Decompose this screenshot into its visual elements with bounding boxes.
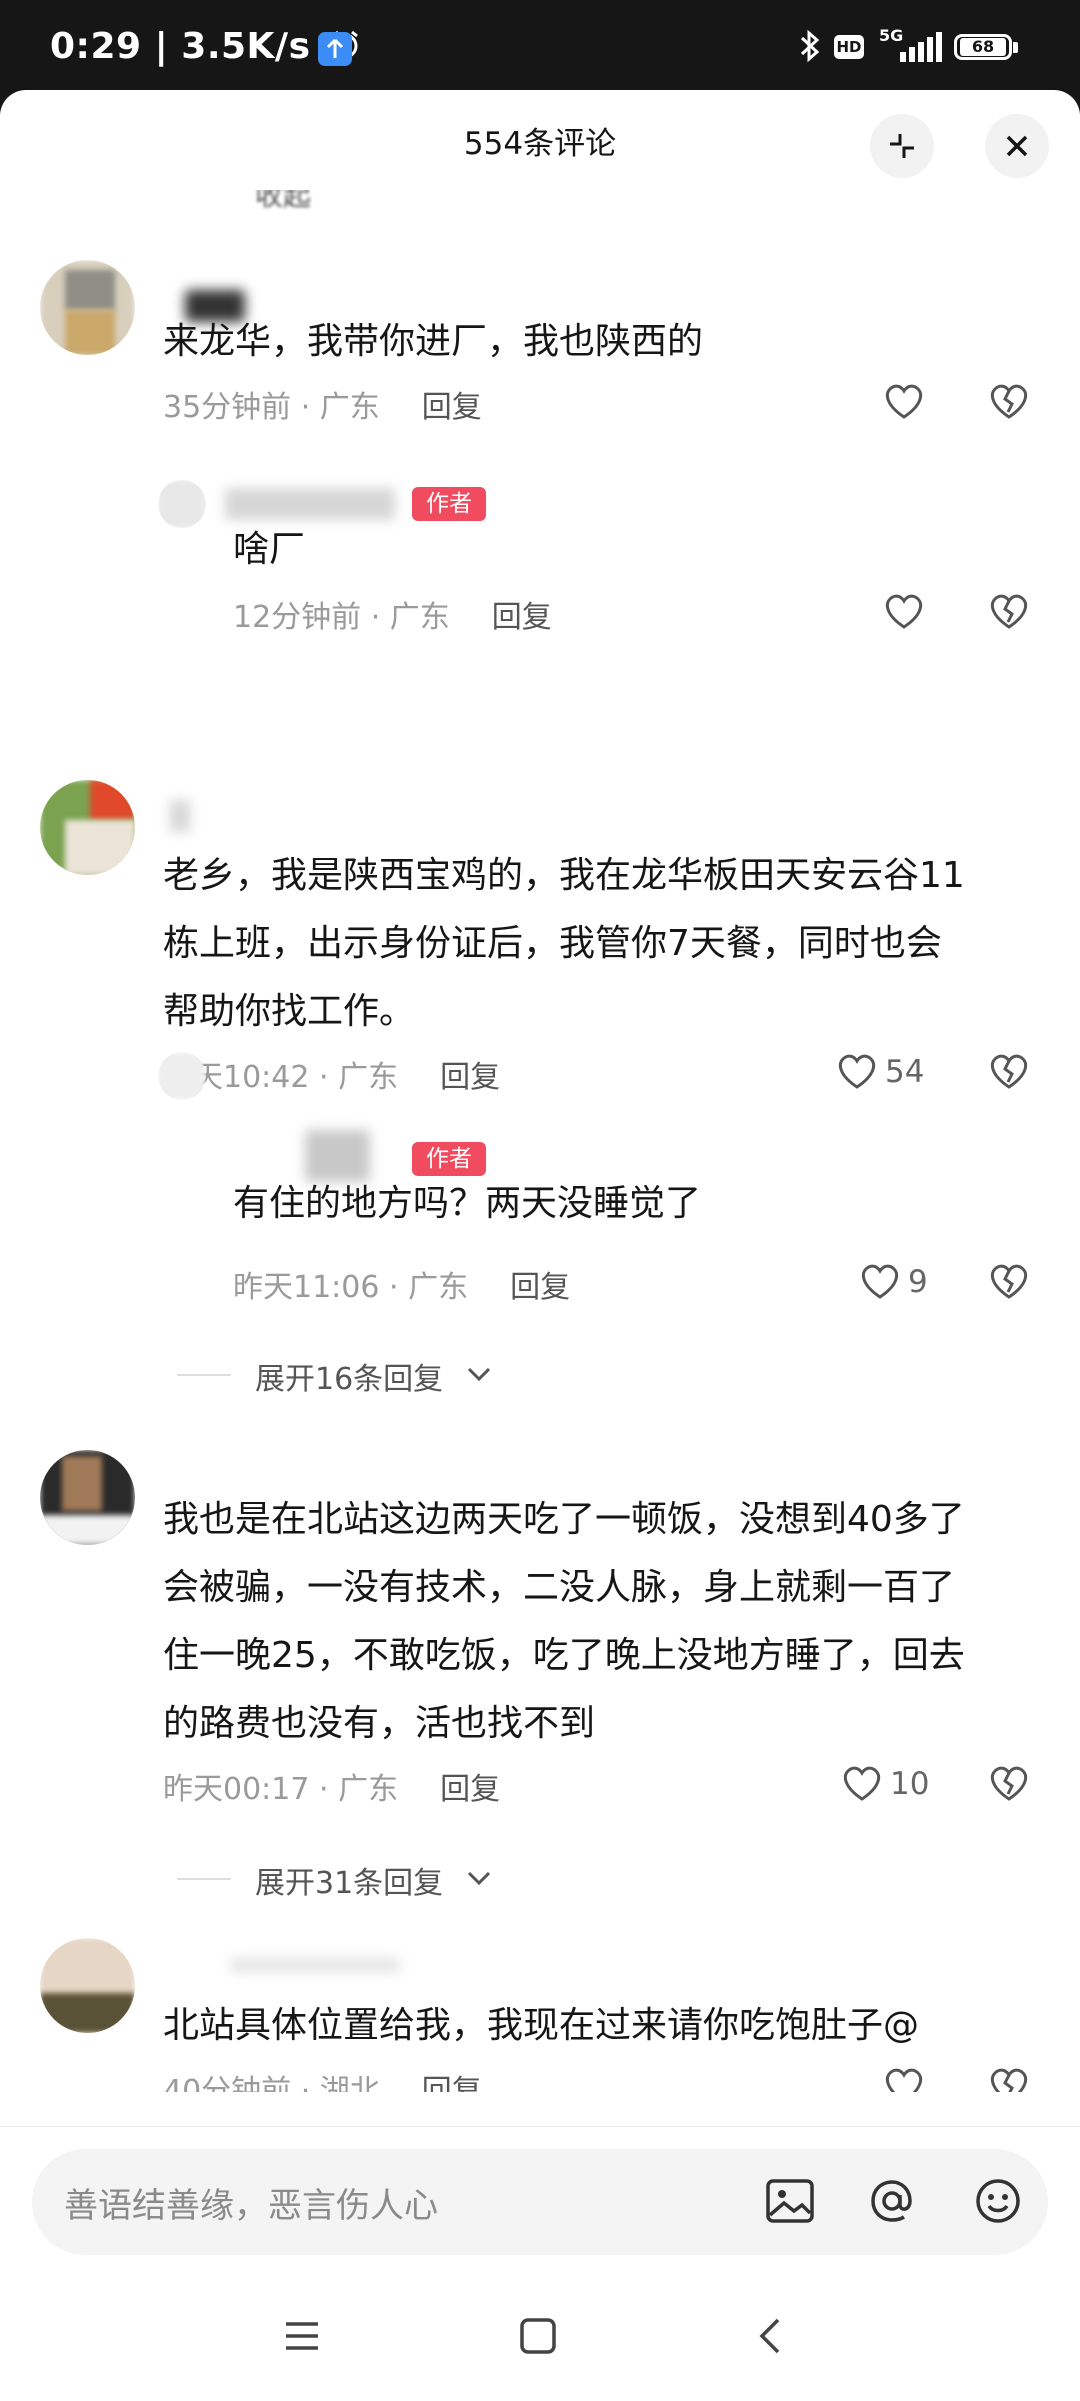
username[interactable] — [230, 1958, 400, 1972]
username[interactable] — [170, 800, 190, 832]
heart-icon — [861, 1264, 899, 1299]
broken-heart-icon — [990, 384, 1028, 419]
chevron-down-icon — [467, 1367, 491, 1382]
reply-text: 有住的地方吗？两天没睡觉了 — [233, 1183, 702, 1224]
reply-button[interactable]: 回复 — [510, 1270, 570, 1305]
author-tag: 作者 — [412, 487, 486, 521]
bluetooth-icon — [798, 28, 822, 68]
reply-button[interactable]: 回复 — [422, 2074, 482, 2092]
heart-icon — [843, 1766, 881, 1801]
dislike-button[interactable] — [987, 1260, 1031, 1308]
avatar[interactable] — [40, 1450, 135, 1545]
emoji-icon — [976, 2179, 1020, 2223]
comment-input[interactable]: 善语结善缘，恶言伤人心 — [32, 2149, 1048, 2255]
reply-meta: 昨天11:06 · 广东 回复 — [233, 1270, 571, 1305]
comment-list[interactable]: 收起 来龙华，我带你进厂，我也陕西的 35分钟前 · 广东 回复 作者 啥厂 12… — [0, 190, 1080, 2092]
expand-divider — [177, 1878, 231, 1880]
close-icon — [1006, 135, 1028, 157]
reply-button[interactable]: 回复 — [440, 1772, 500, 1807]
status-time-and-speed: 0:29 | 3.5K/s — [50, 26, 362, 71]
heart-icon — [838, 1054, 876, 1089]
heart-icon — [885, 594, 923, 629]
reply-button[interactable]: 回复 — [422, 390, 482, 425]
back-button[interactable] — [750, 2314, 794, 2362]
like-button[interactable]: 54 — [835, 1050, 935, 1096]
heart-icon — [885, 2068, 923, 2092]
battery-icon: 68 — [954, 34, 1012, 60]
truncated-username: 收起 — [255, 190, 312, 212]
broken-heart-icon — [990, 594, 1028, 629]
dislike-button[interactable] — [987, 1050, 1031, 1098]
like-button[interactable]: 10 — [840, 1762, 940, 1808]
signal-icon — [900, 32, 942, 66]
heart-icon — [885, 384, 923, 419]
reply-meta: 12分钟前 · 广东 回复 — [233, 600, 552, 635]
home-button[interactable] — [516, 2314, 560, 2362]
dislike-button[interactable] — [987, 2064, 1031, 2092]
expand-replies-button[interactable]: 展开16条回复 — [177, 1354, 491, 1398]
like-button[interactable]: 9 — [858, 1260, 948, 1306]
avatar[interactable] — [158, 1052, 206, 1100]
home-icon — [520, 2318, 556, 2354]
input-placeholder: 善语结善缘，恶言伤人心 — [64, 2186, 438, 2226]
chevron-down-icon — [467, 1871, 491, 1886]
broken-heart-icon — [990, 2068, 1028, 2092]
battery-tip — [1013, 42, 1018, 53]
comment-meta: 40分钟前 · 湖北 回复 — [163, 2066, 482, 2092]
dislike-button[interactable] — [987, 1762, 1031, 1810]
image-icon — [766, 2179, 814, 2223]
emoji-button[interactable] — [970, 2173, 1026, 2233]
system-nav-bar — [0, 2290, 1080, 2400]
avatar[interactable] — [40, 1938, 135, 2033]
upload-icon — [318, 32, 352, 66]
like-count: 10 — [890, 1766, 930, 1802]
broken-heart-icon — [990, 1054, 1028, 1089]
reply-button[interactable]: 回复 — [492, 600, 552, 635]
avatar[interactable] — [40, 780, 135, 875]
menu-button[interactable] — [280, 2314, 324, 2362]
comment-text: 老乡，我是陕西宝鸡的，我在龙华板田天安云谷11 栋上班，出示身份证后，我管你7天… — [163, 855, 965, 1032]
back-icon — [759, 2318, 780, 2354]
menu-icon — [286, 2322, 318, 2350]
close-button[interactable] — [985, 114, 1049, 178]
collapse-button[interactable] — [870, 114, 934, 178]
image-button[interactable] — [762, 2173, 818, 2233]
reply-button[interactable]: 回复 — [440, 1060, 500, 1095]
status-bar: 0:29 | 3.5K/s HD 5G 68 — [0, 0, 1080, 95]
avatar[interactable] — [158, 480, 206, 528]
at-icon — [871, 2180, 912, 2222]
comment-meta: 35分钟前 · 广东 回复 — [163, 390, 482, 425]
like-count: 54 — [885, 1054, 925, 1090]
dislike-button[interactable] — [987, 590, 1031, 638]
comments-sheet: 554条评论 收起 来龙华，我带你进厂，我也陕西的 35分钟前 · 广东 回复 作… — [0, 90, 1080, 2400]
comment-meta: 昨天00:17 · 广东 回复 — [163, 1772, 501, 1807]
expand-divider — [177, 1374, 231, 1376]
dislike-button[interactable] — [987, 380, 1031, 428]
comment-meta: 昨天10:42 · 广东 回复 — [163, 1060, 501, 1095]
collapse-icon — [890, 134, 914, 158]
avatar[interactable] — [40, 260, 135, 355]
broken-heart-icon — [990, 1766, 1028, 1801]
broken-heart-icon — [990, 1264, 1028, 1299]
comment-text: 来龙华，我带你进厂，我也陕西的 — [163, 321, 704, 362]
mention-button[interactable] — [864, 2173, 920, 2233]
hd-badge: HD — [834, 35, 864, 59]
like-count: 9 — [908, 1264, 928, 1300]
comment-text: 我也是在北站这边两天吃了一顿饭，没想到40多了 会被骗，一没有技术，二没人脉，身… — [163, 1499, 965, 1744]
reply-text: 啥厂 — [233, 529, 306, 570]
comment-text: 北站具体位置给我，我现在过来请你吃饱肚子@ — [163, 2005, 920, 2046]
expand-replies-button[interactable]: 展开31条回复 — [177, 1858, 491, 1902]
